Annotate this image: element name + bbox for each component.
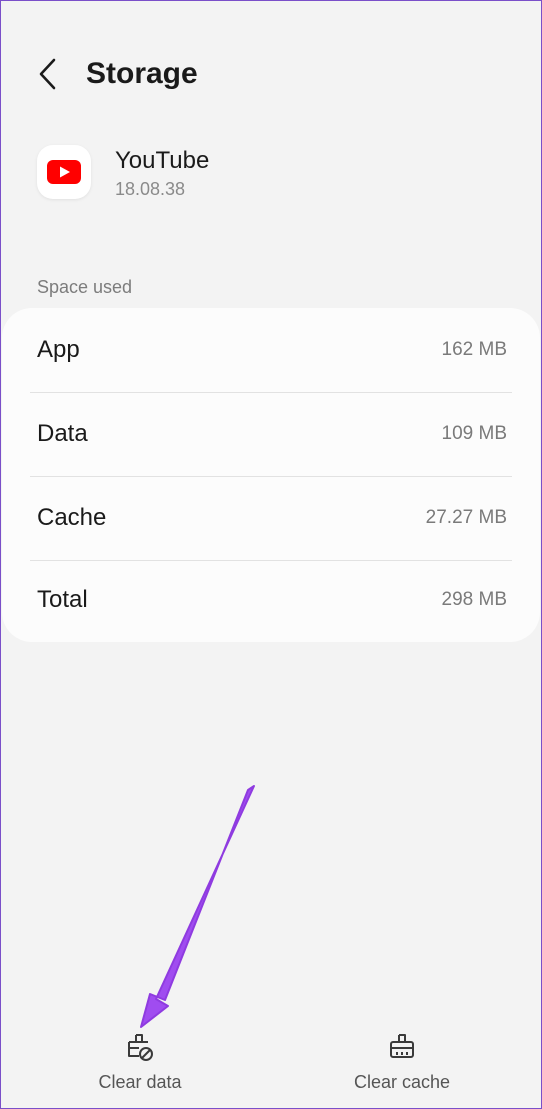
storage-row-label: App [37, 336, 80, 363]
app-version: 18.08.38 [115, 179, 186, 199]
storage-row-cache: Cache 27.27 MB [30, 476, 512, 560]
youtube-logo-icon [37, 145, 91, 199]
space-used-label: Space used [37, 277, 133, 297]
clear-data-label: Clear data [98, 1072, 182, 1092]
storage-row-total: Total 298 MB [30, 558, 512, 642]
clear-data-button[interactable]: Clear data [40, 1020, 240, 1100]
storage-row-label: Cache [37, 504, 107, 531]
storage-row-data: Data 109 MB [30, 392, 512, 476]
app-name: YouTube [115, 147, 210, 174]
clear-cache-icon [390, 1034, 414, 1058]
space-used-card: App 162 MB Data 109 MB Cache 27.27 MB To… [2, 308, 540, 642]
page-title: Storage [86, 57, 198, 90]
app-info: YouTube 18.08.38 [37, 145, 497, 205]
clear-data-icon [128, 1034, 153, 1061]
clear-cache-button[interactable]: Clear cache [302, 1020, 502, 1100]
storage-row-value: 27.27 MB [425, 507, 507, 528]
storage-row-value: 298 MB [441, 589, 507, 610]
app-bar: Storage [0, 40, 542, 110]
storage-row-label: Data [37, 420, 88, 447]
clear-cache-label: Clear cache [353, 1072, 451, 1092]
storage-row-label: Total [37, 586, 88, 613]
chevron-left-icon [39, 58, 56, 90]
storage-row-value: 109 MB [441, 423, 507, 444]
bottom-action-bar: Clear data Clear cache [0, 1020, 542, 1100]
storage-row-value: 162 MB [441, 339, 507, 360]
back-button[interactable] [30, 54, 66, 94]
storage-row-app: App 162 MB [30, 308, 512, 392]
